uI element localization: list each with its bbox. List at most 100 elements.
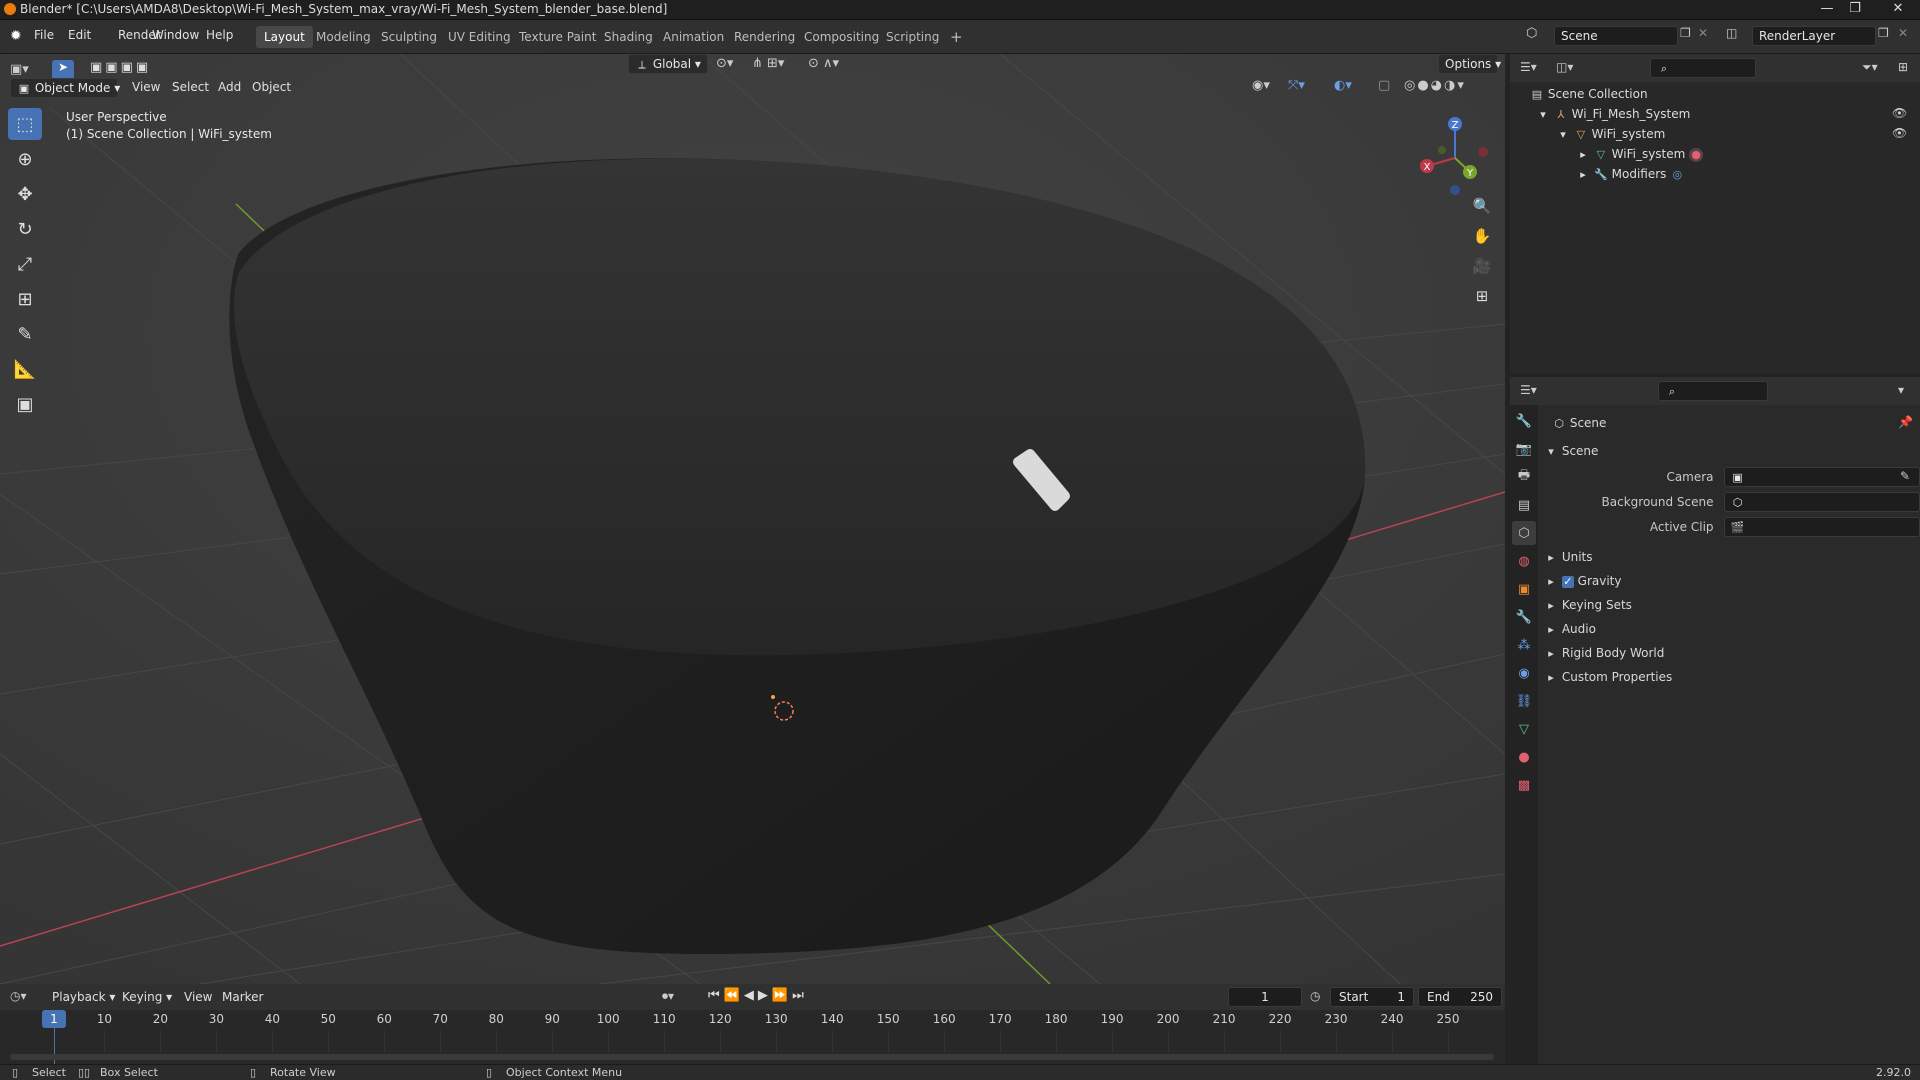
start-frame-field[interactable]: Start 1 xyxy=(1330,987,1414,1007)
playhead[interactable]: 1 xyxy=(42,1010,66,1028)
outliner-editor-type-icon[interactable]: ☰▾ xyxy=(1520,60,1537,74)
ortho-toggle-icon[interactable]: ⊞ xyxy=(1468,282,1496,310)
snap-icon[interactable]: ⋔ ⊞▾ xyxy=(752,56,784,71)
annotate-tool-icon[interactable]: ✎ xyxy=(8,318,42,350)
navigation-gizmo[interactable]: Z X Y xyxy=(1410,110,1500,200)
timeline-editor-type-icon[interactable]: ◷▾ xyxy=(10,989,27,1003)
mesh-data-tab-icon[interactable]: ▽ xyxy=(1512,717,1536,741)
filter-icon[interactable]: ⏷▾ xyxy=(1862,60,1878,75)
custom-properties-subpanel[interactable]: ▸ Custom Properties xyxy=(1538,665,1920,689)
view-layer-tab-icon[interactable]: ▤ xyxy=(1512,493,1536,517)
tab-texture-paint[interactable]: Texture Paint xyxy=(511,26,604,48)
scene-panel-header[interactable]: ▾ Scene xyxy=(1538,439,1920,463)
timeline-track[interactable]: 1102030405060708090100110120130140150160… xyxy=(0,1010,1505,1064)
gravity-subpanel[interactable]: ▸ ✓ Gravity xyxy=(1538,569,1920,593)
tab-scripting[interactable]: Scripting xyxy=(878,26,947,48)
outliner-row-modifiers[interactable]: ▸ 🔧 Modifiers ◎ xyxy=(1510,164,1920,184)
close-window-button[interactable]: ✕ xyxy=(1880,0,1916,18)
visibility-eye-icon[interactable]: 👁 xyxy=(1892,106,1907,120)
tab-uv-editing[interactable]: UV Editing xyxy=(440,26,519,48)
tab-modeling[interactable]: Modeling xyxy=(308,26,379,48)
outliner-row-wifi-system-object[interactable]: ▾ ▽ WiFi_system xyxy=(1510,124,1920,144)
timeline-menu-marker[interactable]: Marker xyxy=(222,990,263,1004)
scene-type-icon[interactable]: ⬡ xyxy=(1526,26,1537,41)
jump-start-icon[interactable]: ⏮ xyxy=(708,988,724,1003)
modifier-tab-icon[interactable]: 🔧 xyxy=(1512,605,1536,629)
keying-sets-subpanel[interactable]: ▸ Keying Sets xyxy=(1538,593,1920,617)
delete-renderlayer-icon[interactable]: ✕ xyxy=(1898,26,1908,40)
selection-mode-icons[interactable]: ▣▣▣▣ xyxy=(90,60,180,80)
record-icon[interactable]: ⏺▾ xyxy=(662,989,674,1004)
maximize-button[interactable]: ❐ xyxy=(1842,0,1868,18)
audio-subpanel[interactable]: ▸ Audio xyxy=(1538,617,1920,641)
menu-window[interactable]: Window xyxy=(152,28,199,42)
move-tool-icon[interactable]: ✥ xyxy=(8,178,42,210)
renderlayer-type-icon[interactable]: ◫ xyxy=(1726,26,1737,40)
collapse-arrow-icon[interactable]: ▸ xyxy=(1576,168,1590,182)
expand-arrow-icon[interactable]: ▾ xyxy=(1556,128,1570,142)
tab-sculpting[interactable]: Sculpting xyxy=(373,26,445,48)
shading-mode-icons[interactable]: ◎●◕◑▾ xyxy=(1404,78,1466,93)
select-tool-icon[interactable]: ➤ xyxy=(52,60,74,80)
jump-end-icon[interactable]: ⏭ xyxy=(792,988,808,1003)
timeline-menu-view[interactable]: View xyxy=(184,990,212,1004)
3d-viewport[interactable]: ▣▾ ➤ ▣▣▣▣ ⟂ Global ▾ ⊙▾ ⋔ ⊞▾ ⊙ ∧▾ Option… xyxy=(0,54,1505,984)
transform-orientation-dropdown[interactable]: ⟂ Global ▾ xyxy=(628,54,708,74)
output-tab-icon[interactable]: 🖶 xyxy=(1512,465,1536,489)
expand-arrow-icon[interactable]: ▾ xyxy=(1536,108,1550,122)
tab-animation[interactable]: Animation xyxy=(655,26,732,48)
play-reverse-icon[interactable]: ◀ xyxy=(744,988,758,1003)
properties-search-input[interactable]: ⌕ xyxy=(1658,381,1768,401)
timeline-menu-keying[interactable]: Keying ▾ xyxy=(122,990,172,1004)
gravity-checkbox[interactable]: ✓ xyxy=(1561,575,1574,588)
constraints-tab-icon[interactable]: ⛓ xyxy=(1512,689,1536,713)
add-workspace-button[interactable]: + xyxy=(942,26,971,48)
menu-file[interactable]: File xyxy=(34,28,54,42)
pivot-icon[interactable]: ⊙▾ xyxy=(716,56,733,71)
viewport-menu-object[interactable]: Object xyxy=(252,80,291,94)
units-subpanel[interactable]: ▸ Units xyxy=(1538,545,1920,569)
prev-keyframe-icon[interactable]: ⏪ xyxy=(724,988,744,1003)
properties-options-icon[interactable]: ▾ xyxy=(1898,383,1904,397)
viewport-menu-select[interactable]: Select xyxy=(172,80,209,94)
collapse-arrow-icon[interactable]: ▸ xyxy=(1576,148,1590,162)
select-box-tool-icon[interactable]: ⬚ xyxy=(8,108,42,140)
blender-menu-icon[interactable]: ✹ xyxy=(10,28,22,44)
physics-tab-icon[interactable]: ◉ xyxy=(1512,661,1536,685)
menu-edit[interactable]: Edit xyxy=(68,28,91,42)
new-collection-icon[interactable]: ⊞ xyxy=(1898,60,1908,74)
world-tab-icon[interactable]: ◍ xyxy=(1512,549,1536,573)
menu-help[interactable]: Help xyxy=(206,28,233,42)
minimize-button[interactable]: — xyxy=(1814,0,1840,18)
gizmo-toggle-icon[interactable]: ⤧▾ xyxy=(1288,78,1305,93)
active-clip-field[interactable]: 🎬 xyxy=(1723,517,1920,537)
renderlayer-selector[interactable]: RenderLayer xyxy=(1752,26,1876,46)
rigid-body-world-subpanel[interactable]: ▸ Rigid Body World xyxy=(1538,641,1920,665)
preview-range-icon[interactable]: ◷ xyxy=(1310,989,1320,1003)
pan-view-icon[interactable]: ✋ xyxy=(1468,222,1496,250)
outliner-row-wifi-system-mesh[interactable]: ▸ ▽ WiFi_system ● xyxy=(1510,144,1920,164)
new-renderlayer-icon[interactable]: ❐ xyxy=(1878,26,1889,40)
visibility-eye-icon[interactable]: 👁 xyxy=(1892,126,1907,140)
viewport-menu-add[interactable]: Add xyxy=(218,80,241,94)
material-tab-icon[interactable]: ● xyxy=(1512,745,1536,769)
current-frame-field[interactable]: 1 xyxy=(1228,987,1302,1007)
play-icon[interactable]: ▶ xyxy=(758,988,772,1003)
rotate-tool-icon[interactable]: ↻ xyxy=(8,213,42,245)
options-dropdown[interactable]: Options ▾ xyxy=(1438,54,1501,74)
cursor-tool-icon[interactable]: ⊕ xyxy=(8,143,42,175)
mode-dropdown[interactable]: ▣ Object Mode ▾ xyxy=(10,78,120,98)
viewport-menu-view[interactable]: View xyxy=(132,80,160,94)
camera-field[interactable]: ▣ xyxy=(1723,467,1920,487)
new-scene-icon[interactable]: ❐ xyxy=(1680,26,1691,40)
scene-tab-icon[interactable]: ⬡ xyxy=(1512,521,1536,545)
outliner-search-input[interactable]: ⌕ xyxy=(1650,58,1756,78)
overlay-toggle-icon[interactable]: ◐▾ xyxy=(1334,78,1352,93)
next-keyframe-icon[interactable]: ⏩ xyxy=(772,988,792,1003)
display-mode-icon[interactable]: ◫▾ xyxy=(1556,60,1573,74)
properties-editor-type-icon[interactable]: ☰▾ xyxy=(1520,383,1537,397)
visibility-icon[interactable]: ◉▾ xyxy=(1252,78,1270,93)
texture-tab-icon[interactable]: ▩ xyxy=(1512,773,1536,797)
delete-scene-icon[interactable]: ✕ xyxy=(1698,26,1708,40)
transform-tool-icon[interactable]: ⊞ xyxy=(8,283,42,315)
